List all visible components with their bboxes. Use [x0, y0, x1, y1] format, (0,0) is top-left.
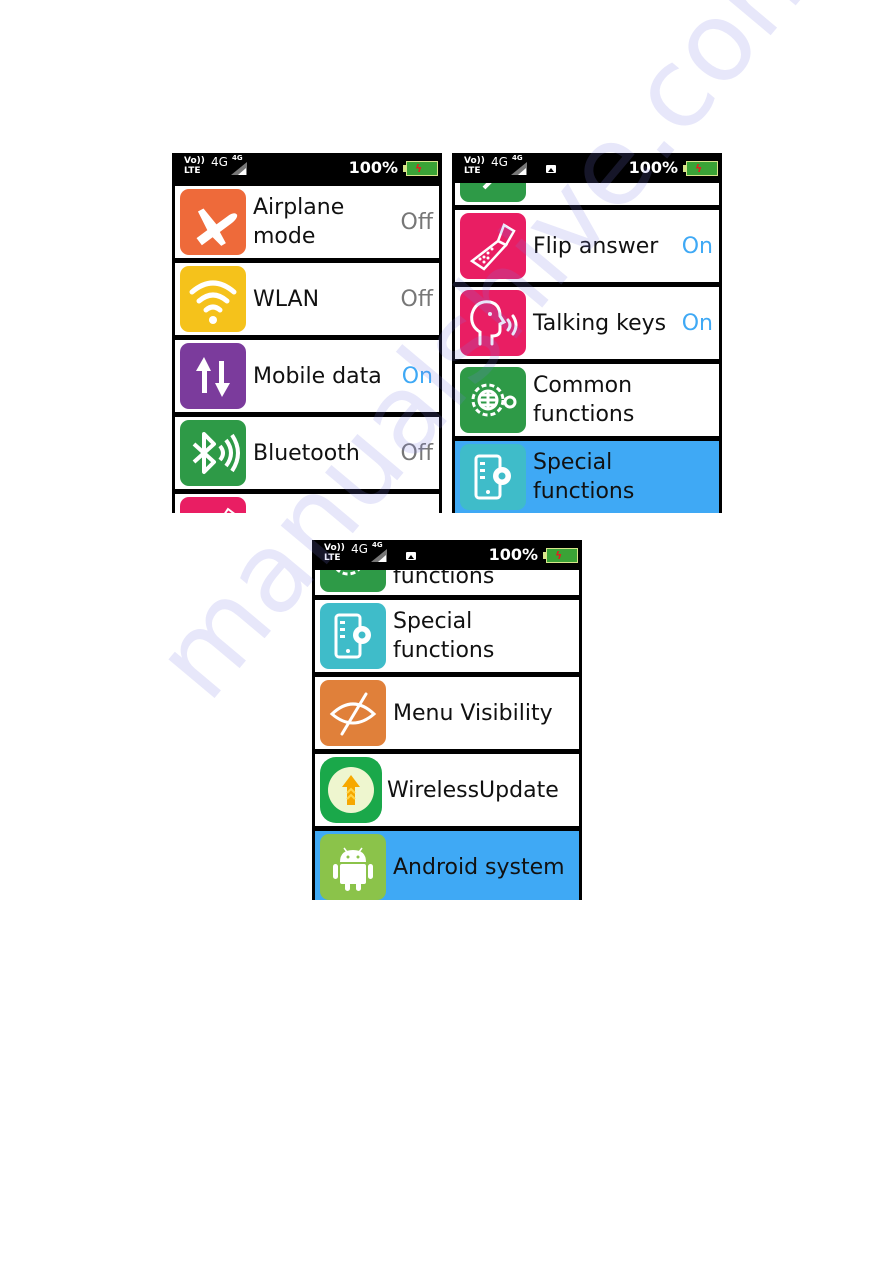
item-label: Common functions [533, 373, 635, 427]
item-label: Android system [393, 854, 565, 880]
settings-list: Airplane mode Off WLAN Off Mobile data O… [172, 186, 442, 513]
phone-gear-icon [320, 603, 386, 669]
data-arrows-icon [180, 343, 246, 409]
list-item-special-functions[interactable]: Special functions [315, 600, 579, 672]
list-item-flip-answer[interactable]: Flip answer On [455, 210, 719, 282]
item-label: Airplane mode [253, 195, 345, 249]
network-type: 4G [491, 155, 508, 169]
image-notification-icon [406, 552, 416, 560]
item-status: On [681, 310, 713, 336]
flip-phone-icon [460, 213, 526, 279]
network-type-small: 4G [372, 541, 383, 549]
phone-screen-1: Vo)) LTE 4G 4G 100% ϟ Airplane mode Off W… [172, 153, 442, 513]
item-label: Bluetooth [253, 440, 360, 466]
list-item-mobile-data[interactable]: Mobile data On [175, 340, 439, 412]
signal-icon [371, 549, 387, 562]
list-item-menu-visibility[interactable]: Menu Visibility [315, 677, 579, 749]
signal-icon [231, 162, 247, 175]
battery-percent: 100% [348, 158, 398, 177]
item-status: On [401, 363, 433, 389]
battery-charging-icon: ϟ [403, 161, 438, 176]
status-bar: Vo)) LTE 4G 4G 100% ϟ [312, 540, 582, 570]
phone-screen-3: Vo)) LTE 4G 4G 100% ϟ functions Special f… [312, 540, 582, 900]
item-status: Off [400, 209, 433, 235]
list-item-common-functions[interactable]: Common functions [455, 364, 719, 436]
wifi-icon [180, 266, 246, 332]
item-status: Off [400, 440, 433, 466]
item-label: Talking keys [533, 310, 667, 336]
item-label: WLAN [253, 286, 320, 312]
bluetooth-icon [180, 420, 246, 486]
item-status: Off [400, 286, 433, 312]
volte-indicator: Vo)) LTE [464, 156, 485, 176]
item-status: On [681, 233, 713, 259]
list-item-android-system[interactable]: Android system [315, 831, 579, 900]
item-label: WirelessUpdate [387, 777, 559, 803]
network-type-small: 4G [232, 154, 243, 162]
network-type-small: 4G [512, 154, 523, 162]
list-item-talking-keys[interactable]: Talking keys On [455, 287, 719, 359]
volte-indicator: Vo)) LTE [184, 156, 205, 176]
airplane-icon [180, 189, 246, 255]
android-icon [320, 834, 386, 900]
item-label: Special functions [533, 450, 635, 504]
flip-phone-icon [180, 497, 246, 513]
network-type: 4G [351, 542, 368, 556]
item-label: Flip answer [533, 233, 659, 259]
eye-slash-icon [320, 680, 386, 746]
battery-percent: 100% [488, 545, 538, 564]
item-label: Menu Visibility [393, 700, 553, 726]
list-item-bluetooth[interactable]: Bluetooth Off [175, 417, 439, 489]
list-item-special-functions[interactable]: Special functions [455, 441, 719, 513]
battery-charging-icon: ϟ [683, 161, 718, 176]
image-notification-icon [546, 165, 556, 173]
signal-icon [511, 162, 527, 175]
settings-list: functions Special functions Menu Visibil… [312, 540, 582, 900]
battery-charging-icon: ϟ [543, 548, 578, 563]
list-item-airplane-mode[interactable]: Airplane mode Off [175, 186, 439, 258]
update-arrow-icon [320, 757, 382, 823]
phone-screen-2: Vo)) LTE 4G 4G 100% ϟ Flip answer On Talk… [452, 153, 722, 513]
battery-percent: 100% [628, 158, 678, 177]
item-label: Mobile data [253, 363, 382, 389]
phone-gear-icon [460, 444, 526, 510]
talking-head-icon [460, 290, 526, 356]
status-bar: Vo)) LTE 4G 4G 100% ϟ [452, 153, 722, 183]
status-bar: Vo)) LTE 4G 4G 100% ϟ [172, 153, 442, 183]
list-item-wlan[interactable]: WLAN Off [175, 263, 439, 335]
settings-list: Flip answer On Talking keys On Common fu… [452, 153, 722, 513]
item-label: Special functions [393, 609, 495, 663]
globe-gear-icon [460, 367, 526, 433]
list-item-wireless-update[interactable]: WirelessUpdate [315, 754, 579, 826]
network-type: 4G [211, 155, 228, 169]
list-item-flip-answer-partial[interactable] [175, 494, 439, 513]
volte-indicator: Vo)) LTE [324, 543, 345, 563]
